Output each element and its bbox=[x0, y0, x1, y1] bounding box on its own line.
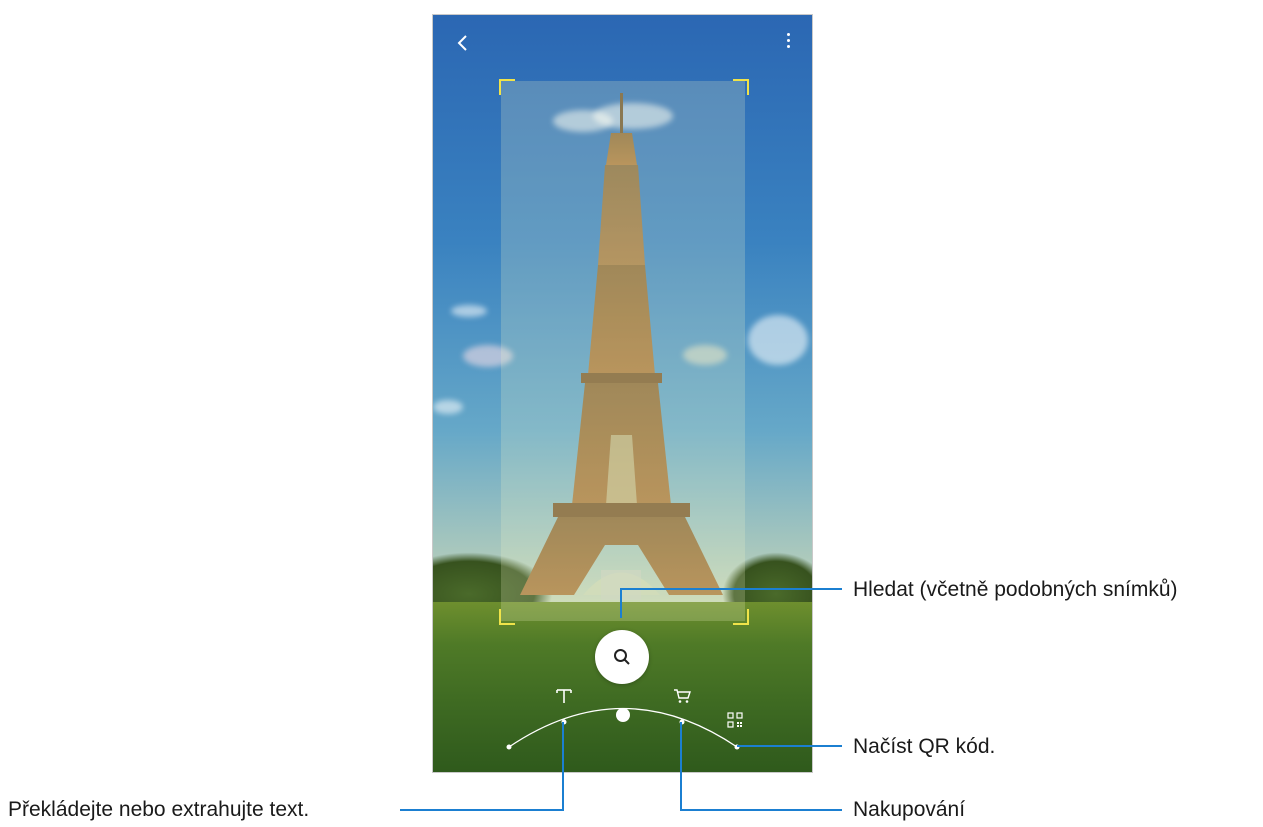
callout-line-qr bbox=[737, 745, 842, 747]
camera-viewfinder bbox=[432, 14, 813, 773]
dial-selected-point[interactable] bbox=[616, 708, 630, 722]
callout-qr-label: Načíst QR kód. bbox=[853, 735, 996, 758]
callout-line-shopping bbox=[680, 809, 842, 811]
callout-line-text bbox=[400, 809, 564, 811]
callout-search-label: Hledat (včetně podobných snímků) bbox=[853, 578, 1178, 601]
callout-shopping-label: Nakupování bbox=[853, 798, 966, 821]
mode-dial[interactable] bbox=[433, 15, 812, 772]
callout-line-text bbox=[562, 722, 564, 811]
dial-point[interactable] bbox=[506, 744, 512, 750]
callout-line-shopping bbox=[680, 722, 682, 811]
callout-line-search bbox=[620, 588, 622, 618]
callout-line-search bbox=[620, 588, 842, 590]
callout-text-label: Překládejte nebo extrahujte text. bbox=[8, 798, 310, 821]
